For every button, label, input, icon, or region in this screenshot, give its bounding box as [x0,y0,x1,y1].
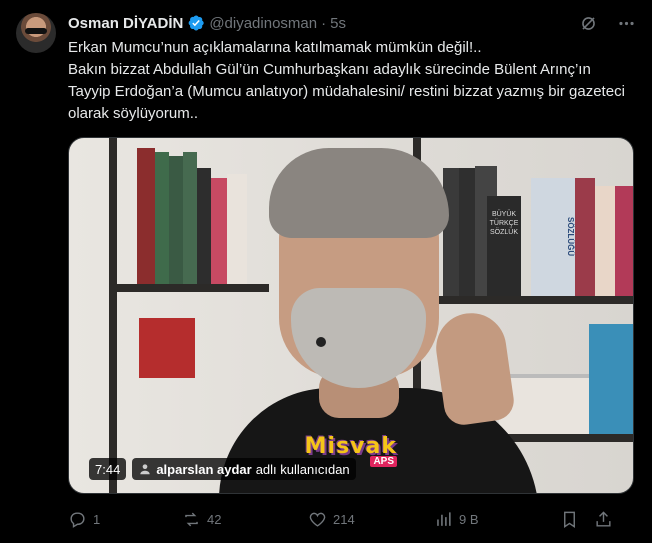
tweet[interactable]: Osman DİYADİN @diyadinosman · 5s Erkan M… [0,0,652,543]
bookmark-icon [564,511,575,528]
more-icon[interactable] [616,13,636,33]
separator-dot: · [321,14,327,32]
tweet-actions: 1 42 214 9 B [68,508,634,530]
user-icon [140,464,150,475]
tweet-text: Erkan Mumcu’nun açıklamalarına katılmama… [68,39,625,122]
video-credit[interactable]: alparslan aydar adlı kullanıcıdan [132,458,356,480]
reply-icon [70,511,85,528]
author-name[interactable]: Osman DİYADİN [68,15,183,32]
reply-button[interactable]: 1 [68,510,182,529]
book-spine: BÜYÜK TÜRKÇE SÖZLÜK [487,196,521,296]
repost-button[interactable]: 42 [182,510,308,529]
repost-count: 42 [207,511,222,527]
credit-user[interactable]: alparslan aydar [156,462,251,477]
timestamp[interactable]: 5s [330,15,346,32]
grok-icon[interactable] [578,13,598,33]
book-spine: SÖZLÜĞÜ [531,178,575,296]
bookmark-button[interactable] [560,510,594,529]
tweet-header: Osman DİYADİN @diyadinosman · 5s [68,13,346,33]
like-count: 214 [333,511,355,527]
video-player[interactable]: BÜYÜK TÜRKÇE SÖZLÜK SÖZLÜĞÜ Misvak APS 7… [68,137,634,494]
verified-badge-icon[interactable] [187,14,205,32]
video-overlay: 7:44 alparslan aydar adlı kullanıcıdan [89,458,356,480]
credit-suffix: adlı kullanıcıdan [255,461,350,477]
video-duration: 7:44 [89,458,127,480]
share-icon [596,510,611,527]
author-handle[interactable]: @diyadinosman [209,15,317,32]
reply-count: 1 [93,511,101,527]
view-count: 9 B [459,511,479,527]
video-frame: BÜYÜK TÜRKÇE SÖZLÜK SÖZLÜĞÜ Misvak APS [69,138,633,493]
top-actions [578,13,636,33]
video-watermark-sub: APS [370,456,397,467]
views-icon [437,511,451,526]
share-button[interactable] [594,510,614,529]
heart-icon [309,512,326,527]
repost-icon [185,512,198,526]
like-button[interactable]: 214 [308,510,434,529]
avatar[interactable] [16,13,56,53]
views-button[interactable]: 9 B [434,510,560,529]
